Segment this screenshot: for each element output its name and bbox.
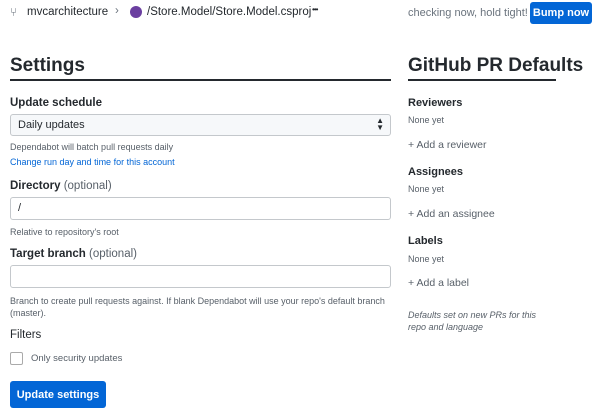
reviewers-label: Reviewers [408,97,463,109]
directory-label: Directory (optional) [10,180,112,192]
dotnet-icon [130,6,142,18]
selected-value: Daily updates [18,119,85,131]
update-schedule-select[interactable]: Daily updates ▲ ▼ [10,114,391,136]
target-branch-label: Target branch (optional) [10,248,137,260]
select-arrows-icon: ▲ ▼ [376,116,384,132]
update-settings-button[interactable]: Update settings [10,381,106,408]
divider [408,79,556,81]
change-schedule-link[interactable]: Change run day and time for this account [10,157,175,167]
breadcrumb-path: /Store.Model/Store.Model.csproj [147,6,312,18]
reviewers-value: None yet [408,115,445,125]
breadcrumb-chevron-icon: › [115,5,119,17]
target-branch-help: Branch to create pull requests against. … [10,296,385,318]
assignees-value: None yet [408,184,445,194]
security-only-checkbox[interactable] [10,352,23,365]
directory-help: Relative to repository's root [10,227,119,237]
pr-defaults-title: GitHub PR Defaults [408,55,584,76]
bump-now-button[interactable]: Bump now [530,2,592,24]
update-schedule-help: Dependabot will batch pull requests dail… [10,142,174,152]
add-assignee-link[interactable]: + Add an assignee [408,208,495,220]
filters-label: Filters [10,329,42,341]
add-reviewer-link[interactable]: + Add a reviewer [408,139,487,151]
repo-fork-icon: ⑂ [10,5,18,19]
assignees-label: Assignees [408,166,464,178]
labels-label: Labels [408,235,443,247]
defaults-note: Defaults set on new PRs for this repo an… [408,310,537,332]
more-options-button[interactable]: ••• [312,5,318,14]
repo-link[interactable]: mvcarchitecture [27,6,108,18]
divider [10,79,391,81]
status-text: checking now, hold tight! [408,7,528,19]
directory-input[interactable]: / [10,197,391,220]
target-branch-input[interactable] [10,265,391,288]
add-label-link[interactable]: + Add a label [408,277,469,289]
update-schedule-label: Update schedule [10,97,103,109]
settings-title: Settings [10,55,85,76]
labels-value: None yet [408,254,445,264]
security-only-label: Only security updates [31,353,123,364]
